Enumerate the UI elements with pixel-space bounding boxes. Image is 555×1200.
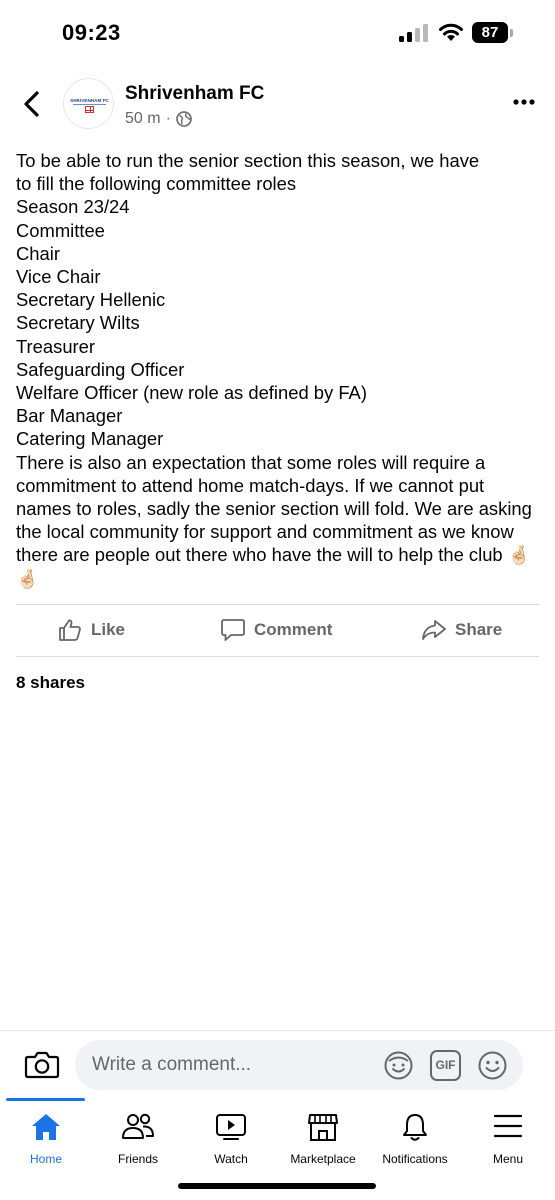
like-button[interactable]: Like bbox=[57, 612, 125, 648]
post-line: Committee bbox=[16, 219, 105, 241]
avatar-sticker-icon[interactable] bbox=[383, 1050, 414, 1081]
composer-divider bbox=[0, 1030, 555, 1031]
post-line: Welfare Officer (new role as defined by … bbox=[16, 382, 367, 404]
battery-indicator: 87 bbox=[472, 22, 508, 43]
meta-separator: · bbox=[165, 110, 171, 127]
bell-icon bbox=[403, 1114, 427, 1141]
share-arrow-icon bbox=[422, 620, 446, 640]
nav-label-marketplace: Marketplace bbox=[290, 1152, 356, 1166]
page-avatar[interactable]: SHRIVENHAM FC bbox=[63, 78, 114, 129]
status-bar: 09:23 87 bbox=[0, 0, 555, 64]
home-indicator[interactable] bbox=[178, 1183, 376, 1189]
marketplace-icon bbox=[308, 1114, 338, 1141]
post-line: Bar Manager bbox=[16, 405, 123, 427]
avatar-crest-line bbox=[73, 104, 106, 105]
watch-icon bbox=[216, 1114, 246, 1140]
post-line: To be able to run the senior section thi… bbox=[16, 150, 480, 171]
nav-item-friends[interactable]: Friends bbox=[92, 1106, 184, 1176]
england-flag-icon bbox=[85, 106, 94, 113]
battery-tip bbox=[510, 29, 513, 37]
more-options-icon[interactable] bbox=[512, 98, 536, 106]
comment-button[interactable]: Comment bbox=[220, 612, 332, 648]
actions-divider-top bbox=[16, 604, 539, 605]
post-line: Catering Manager bbox=[16, 428, 164, 450]
post-line: Chair bbox=[16, 242, 60, 264]
shares-count[interactable]: 8 shares bbox=[16, 673, 85, 693]
nav-label-notifications: Notifications bbox=[382, 1152, 448, 1166]
post-closing-paragraph: There is also an expectation that some r… bbox=[16, 451, 541, 590]
post-line: Secretary Wilts bbox=[16, 312, 140, 334]
nav-label-friends: Friends bbox=[117, 1152, 158, 1166]
globe-icon bbox=[176, 111, 192, 127]
nav-item-watch[interactable]: Watch bbox=[185, 1106, 277, 1176]
wifi-icon bbox=[439, 23, 463, 41]
nav-label-watch: Watch bbox=[214, 1152, 248, 1166]
like-label: Like bbox=[91, 620, 126, 639]
friends-icon bbox=[122, 1113, 154, 1139]
post-body: To be able to run the senior section thi… bbox=[16, 149, 541, 590]
nav-item-marketplace[interactable]: Marketplace bbox=[277, 1106, 369, 1176]
post-time[interactable]: 50 m bbox=[125, 110, 161, 128]
comment-label: Comment bbox=[254, 620, 333, 639]
nav-label-home: Home bbox=[29, 1152, 62, 1166]
post-meta: 50 m · bbox=[125, 110, 192, 128]
comment-input[interactable] bbox=[92, 1040, 382, 1090]
emoji-icon[interactable] bbox=[477, 1050, 508, 1081]
post-line: Treasurer bbox=[16, 335, 96, 357]
nav-active-indicator bbox=[6, 1098, 85, 1101]
post-line: Secretary Hellenic bbox=[16, 289, 166, 311]
gif-button[interactable]: GIF bbox=[430, 1050, 461, 1081]
avatar-crest-text: SHRIVENHAM FC bbox=[70, 98, 109, 103]
status-time: 09:23 bbox=[62, 20, 121, 45]
page-name[interactable]: Shrivenham FC bbox=[125, 83, 264, 105]
nav-label-menu: Menu bbox=[492, 1152, 524, 1166]
nav-item-notifications[interactable]: Notifications bbox=[369, 1106, 461, 1176]
comment-bubble-icon bbox=[221, 619, 245, 641]
post-line: Safeguarding Officer bbox=[16, 358, 185, 380]
home-icon bbox=[32, 1114, 60, 1140]
cellular-signal-icon bbox=[399, 24, 429, 42]
post-line: Vice Chair bbox=[16, 266, 101, 288]
comment-box[interactable]: GIF bbox=[75, 1040, 523, 1090]
nav-item-menu[interactable]: Menu bbox=[462, 1106, 554, 1176]
share-label: Share bbox=[455, 620, 503, 639]
share-button[interactable]: Share bbox=[421, 612, 502, 648]
camera-icon[interactable] bbox=[24, 1047, 60, 1083]
post-line: Season 23/24 bbox=[16, 196, 130, 218]
actions-divider-bottom bbox=[16, 656, 539, 657]
thumbs-up-icon bbox=[59, 619, 81, 641]
back-arrow-icon[interactable] bbox=[18, 88, 46, 120]
menu-icon bbox=[493, 1114, 523, 1138]
closing-text: There is also an expectation that some r… bbox=[16, 451, 532, 566]
nav-item-home[interactable]: Home bbox=[0, 1106, 92, 1176]
post-line: to fill the following committee roles bbox=[16, 173, 297, 195]
